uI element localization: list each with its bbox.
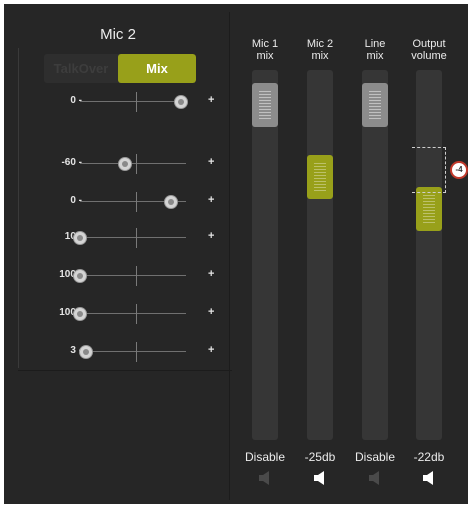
slider-knob[interactable] — [73, 307, 87, 321]
mix-fader-thumb[interactable] — [362, 83, 388, 128]
slider-center-mark — [136, 304, 137, 324]
grip-icon — [314, 162, 326, 191]
mic-settings-section: Mic 2 TalkOver Mix 0 -+ -60 - +0 -+ 10 -+ 10… — [4, 4, 232, 504]
grip-icon — [259, 91, 271, 120]
mic-param-slider[interactable]: 100 - + — [18, 266, 232, 286]
slider-track[interactable] — [80, 275, 186, 276]
slider-plus-label: + — [208, 230, 215, 242]
mix-fader-track[interactable] — [307, 70, 333, 440]
section-divider — [229, 12, 230, 500]
mix-level-label: -22db — [413, 450, 445, 464]
slider-plus-label: + — [208, 268, 215, 280]
section-border — [18, 370, 232, 371]
slider-plus-label: + — [208, 306, 215, 318]
output-range-badge[interactable]: -4 — [450, 161, 468, 179]
mix-fader-thumb[interactable] — [252, 83, 278, 128]
mic-title: Mic 2 — [100, 26, 136, 43]
slider-track[interactable] — [80, 313, 186, 314]
slider-plus-label: + — [208, 194, 215, 206]
slider-value-label: -60 - — [61, 157, 82, 168]
slider-knob[interactable] — [79, 345, 94, 359]
mic-param-slider[interactable]: 100 - + — [18, 304, 232, 324]
mic-param-slider[interactable]: 0 - + — [18, 92, 232, 112]
slider-plus-label: + — [208, 156, 215, 168]
slider-knob[interactable] — [164, 195, 179, 209]
speaker-icon-muted[interactable] — [257, 470, 273, 486]
slider-knob[interactable] — [73, 231, 87, 245]
mic-param-slider[interactable]: -60 - + — [18, 154, 232, 174]
slider-knob[interactable] — [173, 95, 188, 109]
speaker-icon[interactable] — [312, 470, 328, 486]
grip-icon — [423, 195, 435, 224]
slider-center-mark — [136, 154, 137, 174]
mic-param-slider[interactable]: 3 - + — [18, 342, 232, 362]
slider-track[interactable] — [80, 237, 186, 238]
mix-fader-track[interactable] — [252, 70, 278, 440]
slider-track[interactable] — [80, 163, 186, 164]
slider-center-mark — [136, 228, 137, 248]
mix-fader-track[interactable] — [362, 70, 388, 440]
mix-column-label: Output volume — [411, 38, 447, 62]
slider-plus-label: + — [208, 344, 215, 356]
mix-level-label: -25db — [304, 450, 336, 464]
speaker-icon[interactable] — [421, 470, 437, 486]
mix-level-label: Disable — [354, 450, 396, 464]
grip-icon — [369, 91, 381, 120]
mic-param-slider[interactable]: 10 -+ — [18, 228, 232, 248]
slider-track[interactable] — [80, 101, 186, 102]
mic-param-slider[interactable]: 0 - + — [18, 192, 232, 212]
mix-column-label: Mic 1 mix — [251, 38, 279, 62]
slider-center-mark — [136, 192, 137, 212]
mode-option-mix[interactable]: Mix — [118, 54, 196, 83]
speaker-icon-muted[interactable] — [367, 470, 383, 486]
slider-center-mark — [136, 92, 137, 112]
slider-plus-label: + — [208, 94, 215, 106]
mode-toggle[interactable]: TalkOver Mix — [44, 54, 196, 83]
mix-fader-thumb[interactable] — [307, 154, 333, 199]
mix-level-label: Disable — [244, 450, 286, 464]
mix-fader-track[interactable] — [416, 70, 442, 440]
output-range-bracket — [412, 147, 446, 193]
slider-knob[interactable] — [117, 157, 132, 171]
mix-column-label: Line mix — [364, 38, 386, 62]
mode-option-talkover[interactable]: TalkOver — [44, 54, 118, 83]
mix-column-label: Mic 2 mix — [306, 38, 334, 62]
slider-center-mark — [136, 266, 137, 286]
slider-knob[interactable] — [73, 269, 87, 283]
mix-fader-thumb[interactable] — [416, 187, 442, 232]
slider-track[interactable] — [80, 351, 186, 352]
slider-center-mark — [136, 342, 137, 362]
